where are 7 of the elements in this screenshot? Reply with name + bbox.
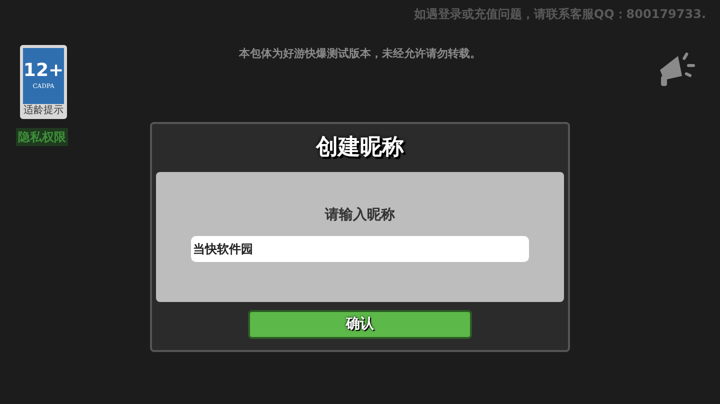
prompt-label: 请输入昵称 <box>325 206 395 225</box>
contact-notice: 如遇登录或充值问题，请联系客服QQ：800179733. <box>414 6 706 23</box>
disclaimer-text: 本包体为好游快爆测试版本，未经允许请勿转载。 <box>239 46 481 62</box>
badge-caption: 适龄提示 <box>23 106 64 116</box>
rating-text: 12+ <box>23 62 64 80</box>
nickname-field[interactable]: 当快软件园 <box>191 236 529 262</box>
dialog-title: 创建昵称 <box>316 134 404 162</box>
